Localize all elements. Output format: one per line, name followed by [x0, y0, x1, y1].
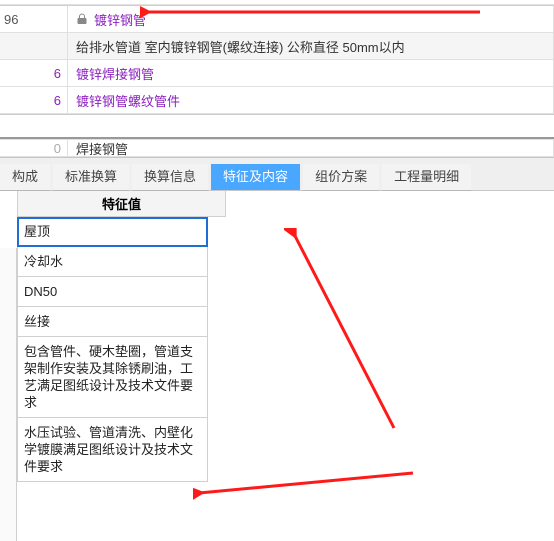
row-selector-strip [0, 248, 17, 541]
separator-blank [0, 114, 554, 139]
row-number: 6 [0, 60, 68, 86]
feature-value-cell[interactable]: 包含管件、硬木垫圈，管道支架制作安装及其除锈刷油，工艺满足图纸设计及技术文件要求 [17, 337, 208, 418]
feature-column-header: 特征值 [17, 191, 226, 217]
grid-row[interactable]: 96镀锌钢管 [0, 6, 554, 33]
row-number: 0 [0, 140, 68, 156]
tab-t1[interactable]: 标准换算 [53, 164, 129, 190]
feature-value-cell[interactable]: 水压试验、管道清洗、内壁化学镀膜满足图纸设计及技术文件要求 [17, 418, 208, 482]
tab-t0[interactable]: 构成 [0, 164, 50, 190]
lock-icon [76, 13, 88, 25]
row-number: 6 [0, 87, 68, 113]
tab-t5[interactable]: 工程量明细 [382, 164, 471, 190]
feature-value-cell[interactable]: DN50 [17, 277, 208, 307]
top-grid: 96镀锌钢管给排水管道 室内镀锌钢管(螺纹连接) 公称直径 50mm以内6镀锌焊… [0, 5, 554, 114]
feature-value-cell[interactable]: 丝接 [17, 307, 208, 337]
feature-value-cell[interactable]: 冷却水 [17, 247, 208, 277]
feature-panel: 特征值 屋顶冷却水DN50丝接包含管件、硬木垫圈，管道支架制作安装及其除锈刷油，… [0, 191, 554, 482]
row-text: 给排水管道 室内镀锌钢管(螺纹连接) 公称直径 50mm以内 [68, 33, 554, 59]
row-text: 镀锌焊接钢管 [68, 60, 554, 86]
grid-row[interactable]: 6镀锌焊接钢管 [0, 60, 554, 87]
grid-row[interactable]: 给排水管道 室内镀锌钢管(螺纹连接) 公称直径 50mm以内 [0, 33, 554, 60]
row-text: 焊接钢管 [68, 140, 554, 156]
grid-row-cutoff: 0 焊接钢管 [0, 139, 554, 157]
row-text: 镀锌钢管螺纹管件 [68, 87, 554, 113]
tab-bar: 构成标准换算换算信息特征及内容组价方案工程量明细 [0, 157, 554, 191]
tab-t3[interactable]: 特征及内容 [211, 164, 300, 190]
tab-t4[interactable]: 组价方案 [303, 164, 379, 190]
row-text: 镀锌钢管 [68, 6, 554, 32]
row-number [0, 33, 68, 59]
row-number: 96 [0, 6, 68, 32]
feature-value-cell[interactable]: 屋顶 [17, 217, 208, 247]
tab-t2[interactable]: 换算信息 [132, 164, 208, 190]
grid-row[interactable]: 6镀锌钢管螺纹管件 [0, 87, 554, 114]
